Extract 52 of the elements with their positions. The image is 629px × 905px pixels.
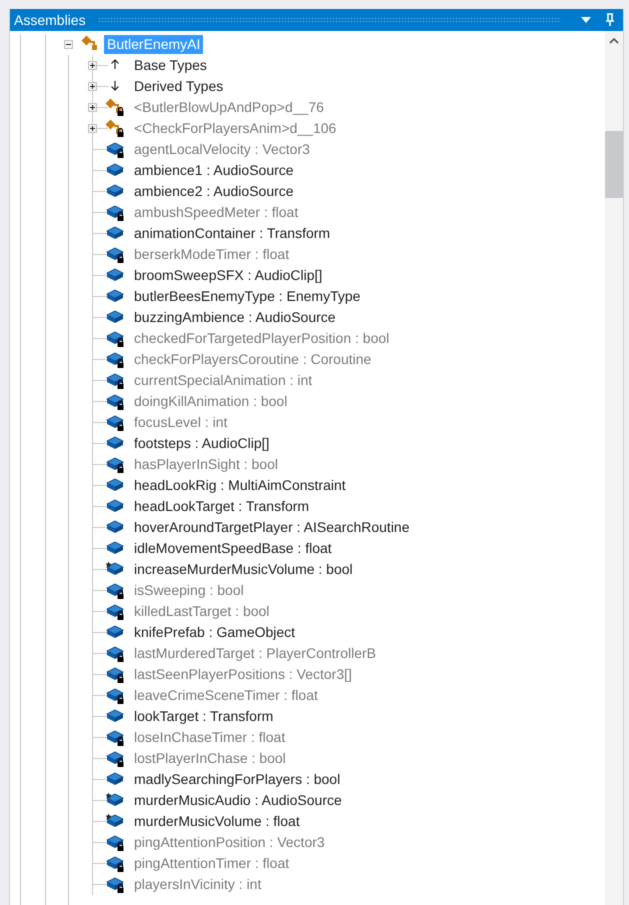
field-label[interactable]: killedLastTarget : bool [131,602,272,621]
expand-button[interactable] [88,103,97,112]
field-label[interactable]: ambience2 : AudioSource [131,182,297,201]
field-label[interactable]: currentSpecialAnimation : int [131,371,316,390]
field-label[interactable]: animationContainer : Transform [131,224,334,243]
field-label[interactable]: murderMusicVolume : float [131,812,303,831]
field-label[interactable]: playersInVicinity : int [131,875,264,894]
expand-button[interactable] [88,124,97,133]
tree-item-label[interactable]: Base Types [131,56,210,75]
field-label[interactable]: isSweeping : bool [131,581,247,600]
collapse-button[interactable] [64,40,73,49]
chevron-up-icon [609,38,619,44]
field-label[interactable]: idleMovementSpeedBase : float [131,539,335,558]
field-label[interactable]: lastMurderedTarget : PlayerControllerB [131,644,379,663]
field-label[interactable]: footsteps : AudioClip[] [131,434,272,453]
field-label[interactable]: murderMusicAudio : AudioSource [131,791,345,810]
pin-icon [605,13,615,27]
field-label[interactable]: hasPlayerInSight : bool [131,455,281,474]
field-label[interactable]: focusLevel : int [131,413,230,432]
field-label[interactable]: lastSeenPlayerPositions : Vector3[] [131,665,355,684]
field-label[interactable]: checkForPlayersCoroutine : Coroutine [131,350,374,369]
field-label[interactable]: increaseMurderMusicVolume : bool [131,560,356,579]
field-label[interactable]: knifePrefab : GameObject [131,623,298,642]
field-label[interactable]: leaveCrimeSceneTimer : float [131,686,321,705]
field-label[interactable]: hoverAroundTargetPlayer : AISearchRoutine [131,518,412,537]
field-label[interactable]: doingKillAnimation : bool [131,392,290,411]
caret-down-icon [581,17,591,23]
tree-item-label[interactable]: <ButlerBlowUpAndPop>d__76 [131,98,327,117]
field-label[interactable]: lostPlayerInChase : bool [131,749,289,768]
field-label[interactable]: lookTarget : Transform [131,707,276,726]
scrollbar-thumb[interactable] [605,131,623,198]
field-label[interactable]: ambience1 : AudioSource [131,161,297,180]
field-label[interactable]: buzzingAmbience : AudioSource [131,308,339,327]
tree-item-label[interactable]: <CheckForPlayersAnim>d__106 [131,119,340,138]
tree-item-label[interactable]: ButlerEnemyAI [104,35,204,54]
field-label[interactable]: berserkModeTimer : float [131,245,292,264]
field-label[interactable]: checkedForTargetedPlayerPosition : bool [131,329,392,348]
field-label[interactable]: ambushSpeedMeter : float [131,203,302,222]
field-label[interactable]: headLookTarget : Transform [131,497,312,516]
field-label[interactable]: pingAttentionTimer : float [131,854,292,873]
field-label[interactable]: agentLocalVelocity : Vector3 [131,140,313,159]
field-label[interactable]: butlerBeesEnemyType : EnemyType [131,287,364,306]
field-label[interactable]: headLookRig : MultiAimConstraint [131,476,349,495]
field-label[interactable]: pingAttentionPosition : Vector3 [131,833,328,852]
field-label[interactable]: broomSweepSFX : AudioClip[] [131,266,326,285]
panel-title: Assemblies [14,12,86,28]
scrollbar[interactable] [605,31,623,905]
expand-button[interactable] [88,61,97,70]
tree-item-label[interactable]: Derived Types [131,77,226,96]
field-label[interactable]: loseInChaseTimer : float [131,728,288,747]
expand-button[interactable] [88,82,97,91]
field-label[interactable]: madlySearchingForPlayers : bool [131,770,344,789]
